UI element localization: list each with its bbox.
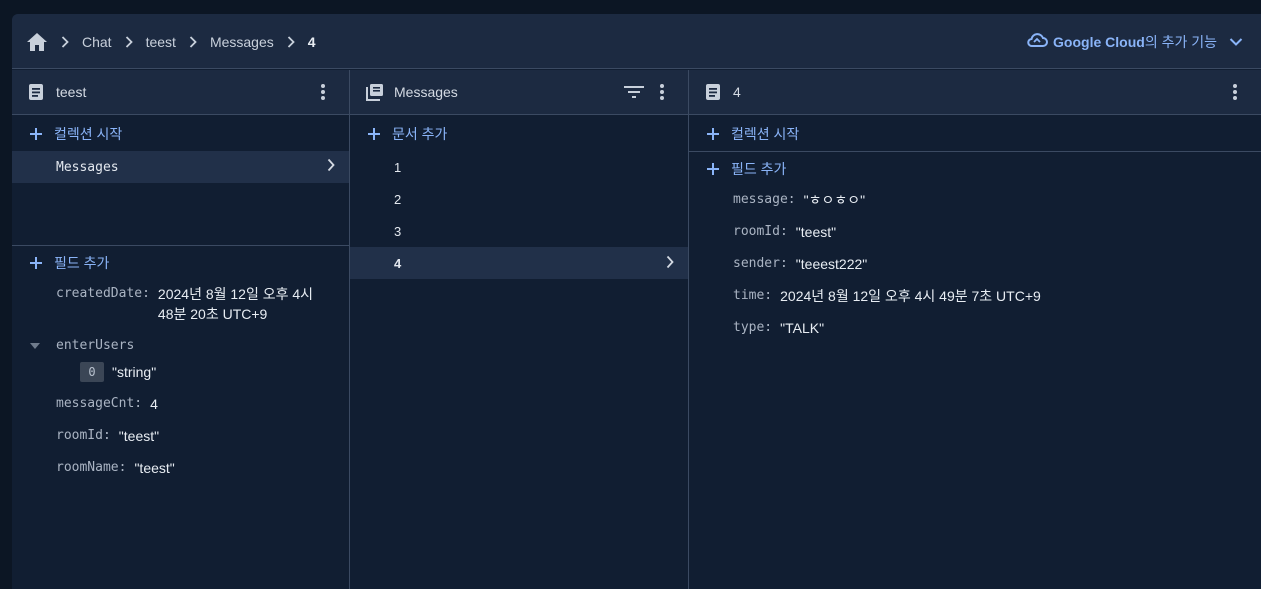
document-icon bbox=[705, 83, 723, 101]
field-key: sender: bbox=[733, 256, 788, 271]
document-item-4[interactable]: 4 bbox=[350, 247, 688, 279]
start-collection-label: 컬렉션 시작 bbox=[54, 126, 123, 142]
field-value: "teest" bbox=[134, 460, 175, 476]
field-key: messageCnt: bbox=[56, 396, 143, 411]
field-value: "teeest222" bbox=[795, 256, 868, 272]
document-id: 1 bbox=[394, 159, 402, 175]
plus-icon bbox=[707, 163, 719, 175]
field-value: "teest" bbox=[795, 224, 837, 240]
google-cloud-extensions-button[interactable]: Google Cloud 의 추가 기능 bbox=[1026, 14, 1243, 69]
plus-icon bbox=[30, 257, 42, 269]
add-document-label: 문서 추가 bbox=[392, 126, 448, 142]
panel-header: teest bbox=[12, 70, 349, 115]
field-key: type: bbox=[733, 320, 773, 335]
field-value-line: 48분 20초 UTC+9 bbox=[157, 306, 268, 322]
chevron-down-icon bbox=[1229, 34, 1243, 50]
document-icon bbox=[28, 83, 46, 101]
array-item-value: "string" bbox=[112, 364, 157, 380]
start-collection-label: 컬렉션 시작 bbox=[731, 126, 800, 142]
field-sender[interactable]: sender: "teeest222" bbox=[689, 254, 1261, 274]
more-vert-icon[interactable] bbox=[311, 80, 335, 104]
breadcrumb: Chat teest Messages 4 bbox=[26, 14, 316, 69]
chevron-right-icon bbox=[666, 255, 674, 272]
chevron-right-icon bbox=[327, 158, 335, 176]
panel-header: 4 bbox=[689, 70, 1261, 115]
more-vert-icon[interactable] bbox=[1223, 80, 1247, 104]
field-type[interactable]: type: "TALK" bbox=[689, 318, 1261, 338]
field-key: roomId: bbox=[56, 428, 111, 443]
field-value: 2024년 8월 12일 오후 4시 49분 7초 UTC+9 bbox=[780, 288, 1041, 304]
field-key: enterUsers bbox=[56, 338, 135, 353]
breadcrumb-item-teest[interactable]: teest bbox=[146, 34, 176, 50]
add-field-label: 필드 추가 bbox=[54, 255, 110, 271]
document-id: 4 bbox=[394, 255, 402, 271]
array-item[interactable]: 0 "string" bbox=[12, 362, 349, 382]
document-item-3[interactable]: 3 bbox=[350, 215, 688, 247]
google-cloud-label: Google Cloud bbox=[1053, 33, 1145, 50]
cloud-icon bbox=[1026, 32, 1049, 51]
field-key: time: bbox=[733, 288, 773, 303]
add-field-button[interactable]: 필드 추가 bbox=[12, 246, 349, 280]
top-bar: Chat teest Messages 4 Google Cloud 의 추가 … bbox=[12, 14, 1261, 69]
field-key: roomId: bbox=[733, 224, 788, 239]
chevron-right-icon bbox=[53, 35, 77, 48]
field-value-line: 2024년 8월 12일 오후 4시 bbox=[157, 286, 314, 302]
field-key: message: bbox=[733, 192, 796, 207]
more-vert-icon[interactable] bbox=[650, 80, 674, 104]
document-panel-teest: teest 컬렉션 시작 Messages 필드 추가 createdDate:… bbox=[12, 70, 350, 589]
document-item-2[interactable]: 2 bbox=[350, 183, 688, 215]
field-roomname[interactable]: roomName: "teest" bbox=[12, 458, 349, 478]
field-value: "teest" bbox=[118, 428, 160, 444]
field-roomid[interactable]: roomId: "teest" bbox=[12, 426, 349, 446]
plus-icon bbox=[368, 128, 380, 140]
panel-header: Messages bbox=[350, 70, 688, 115]
field-createddate[interactable]: createdDate: 2024년 8월 12일 오후 4시 48분 20초 … bbox=[12, 284, 349, 324]
document-item-1[interactable]: 1 bbox=[350, 151, 688, 183]
breadcrumb-current: 4 bbox=[307, 33, 316, 50]
field-value: "TALK" bbox=[780, 320, 825, 336]
collection-item-messages[interactable]: Messages bbox=[12, 151, 349, 183]
array-index-badge: 0 bbox=[80, 362, 104, 382]
chevron-right-icon bbox=[117, 35, 141, 48]
field-messagecnt[interactable]: messageCnt: 4 bbox=[12, 394, 349, 414]
panel-title: 4 bbox=[733, 84, 741, 100]
panel-title: Messages bbox=[394, 84, 458, 100]
document-id: 2 bbox=[394, 191, 402, 207]
field-key: createdDate: bbox=[56, 286, 150, 301]
home-icon[interactable] bbox=[26, 31, 48, 53]
plus-icon bbox=[707, 128, 719, 140]
start-collection-button[interactable]: 컬렉션 시작 bbox=[689, 117, 1261, 151]
extensions-label: 의 추가 기능 bbox=[1144, 33, 1217, 50]
caret-down-icon[interactable] bbox=[30, 336, 44, 356]
breadcrumb-item-chat[interactable]: Chat bbox=[82, 34, 112, 50]
field-key: roomName: bbox=[56, 460, 127, 475]
chevron-right-icon bbox=[279, 35, 303, 48]
start-collection-button[interactable]: 컬렉션 시작 bbox=[12, 117, 349, 151]
chevron-right-icon bbox=[181, 35, 205, 48]
add-field-label: 필드 추가 bbox=[731, 161, 787, 177]
document-panel-4: 4 컬렉션 시작 필드 추가 message: "ㅎㅇㅎㅇ" roomId: "… bbox=[689, 70, 1261, 589]
document-id: 3 bbox=[394, 223, 402, 239]
field-time[interactable]: time: 2024년 8월 12일 오후 4시 49분 7초 UTC+9 bbox=[689, 286, 1261, 306]
breadcrumb-item-messages[interactable]: Messages bbox=[210, 34, 274, 50]
collection-name: Messages bbox=[56, 159, 119, 175]
collection-panel-messages: Messages 문서 추가 1 2 3 4 bbox=[350, 70, 689, 589]
console-frame: Chat teest Messages 4 Google Cloud 의 추가 … bbox=[12, 14, 1261, 589]
field-enterusers[interactable]: enterUsers bbox=[12, 336, 349, 356]
filter-icon[interactable] bbox=[622, 80, 646, 104]
collection-icon bbox=[366, 83, 384, 101]
field-value: "ㅎㅇㅎㅇ" bbox=[803, 192, 866, 208]
field-value: 4 bbox=[150, 396, 158, 412]
add-field-button[interactable]: 필드 추가 bbox=[689, 152, 1261, 186]
add-document-button[interactable]: 문서 추가 bbox=[350, 117, 688, 151]
field-message[interactable]: message: "ㅎㅇㅎㅇ" bbox=[689, 190, 1261, 210]
plus-icon bbox=[30, 128, 42, 140]
field-roomid[interactable]: roomId: "teest" bbox=[689, 222, 1261, 242]
panel-title: teest bbox=[56, 84, 87, 100]
field-value: 2024년 8월 12일 오후 4시 48분 20초 UTC+9 bbox=[158, 284, 313, 324]
